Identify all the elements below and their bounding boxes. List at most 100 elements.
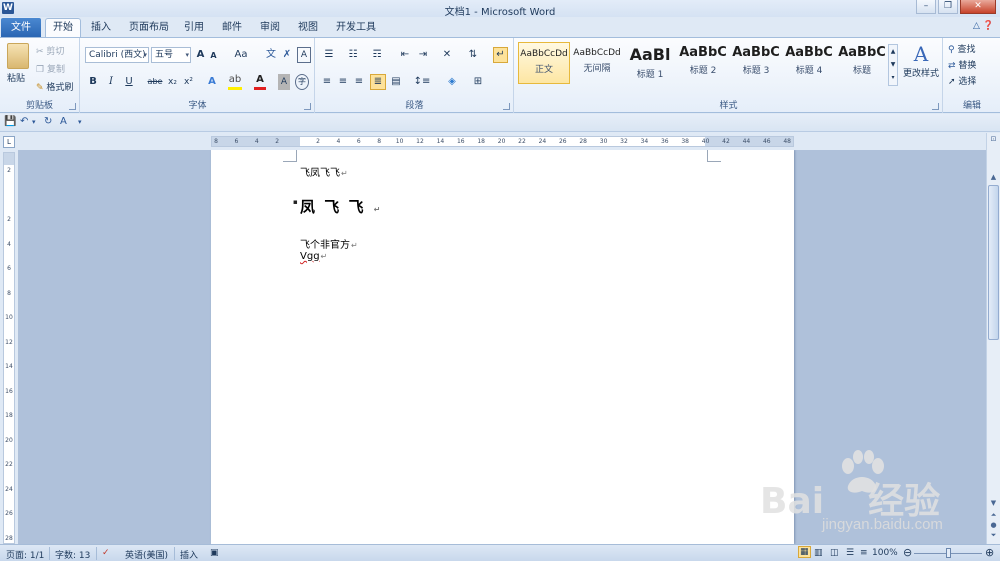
close-icon[interactable]: ✕ [960,0,996,14]
zoom-out-icon[interactable]: ⊖ [903,546,912,559]
web-layout-icon[interactable]: ◫ [830,548,839,558]
doc-line-2[interactable]: 凤 飞 飞 ↵ [300,196,382,217]
font-size-combo[interactable]: 五号 ▾ [151,47,191,63]
font-name-combo[interactable]: Calibri (西文) ▾ [85,47,149,63]
style-item[interactable]: AaBbC 标题 2 [677,42,729,84]
find-button[interactable]: ⚲ 查找 [948,42,975,55]
scroll-thumb[interactable] [988,185,999,340]
increase-indent-icon[interactable]: ⇥ [416,47,430,63]
style-item[interactable]: AaBbCcDd 无间隔 [571,42,623,84]
shading-icon[interactable]: ◈ [442,74,462,90]
clipboard-launcher-icon[interactable] [69,103,76,110]
align-left-icon[interactable]: ≡ [320,74,334,90]
tab-developer[interactable]: 开发工具 [333,21,379,37]
ruler-toggle-icon[interactable]: ⊡ [988,135,999,143]
highlight-icon[interactable]: ab [228,74,242,90]
enclose-char-icon[interactable]: 字 [295,74,309,90]
underline-button[interactable]: U [123,74,135,90]
char-border-icon[interactable]: A [297,47,311,63]
tab-page-layout[interactable]: 页面布局 [124,21,174,37]
style-item[interactable]: AaBl 标题 1 [624,42,676,84]
macro-record-icon[interactable]: ▣ [210,548,219,558]
justify-icon[interactable]: ≣ [370,74,386,90]
subscript-button[interactable]: x₂ [166,74,179,90]
spelling-icon[interactable]: A [60,116,67,127]
paste-button[interactable]: 粘贴 [7,71,25,84]
horizontal-ruler[interactable]: 8 6 4 2 2 4 6 8 10 12 14 16 18 20 22 24 26 28 30 32 34 36 38 40… [211,136,794,147]
font-color-icon[interactable]: A [254,74,266,90]
save-icon[interactable]: 💾 [4,116,16,127]
replace-button[interactable]: ⇄ 替换 [948,58,976,71]
style-item[interactable]: AaBbC 标题 4 [783,42,835,84]
char-shading-icon[interactable]: A [278,74,290,90]
change-case-button[interactable]: Aa [231,47,251,63]
shrink-font-button[interactable]: A [208,48,219,64]
grow-font-button[interactable]: A [194,47,207,63]
tab-review[interactable]: 审阅 [256,21,284,37]
page-count[interactable]: 页面: 1/1 [6,548,44,561]
zoom-slider-handle[interactable] [946,548,951,558]
draft-view-icon[interactable]: ≡ [860,548,868,558]
tab-file[interactable]: 文件 [1,18,41,37]
tab-references[interactable]: 引用 [180,21,208,37]
show-marks-icon[interactable]: ↵ [493,47,508,63]
line-spacing-icon[interactable]: ↕≡ [412,74,432,90]
paragraph-launcher-icon[interactable] [503,103,510,110]
zoom-level[interactable]: 100% [872,548,898,558]
tab-mailings[interactable]: 邮件 [218,21,246,37]
minimize-icon[interactable]: – [916,0,936,14]
clear-format-icon[interactable]: ✗ [280,47,294,63]
bullets-icon[interactable]: ☰ [320,47,338,63]
gallery-scroll[interactable]: ▲ ▼ ▾ [888,44,898,86]
vertical-ruler[interactable]: 2 2 4 6 8 10 12 14 16 18 20 22 24 26 28 [3,152,15,544]
distribute-icon[interactable]: ▤ [389,74,403,90]
undo-icon[interactable]: ↶ [20,116,28,127]
paste-icon[interactable] [7,43,29,69]
superscript-button[interactable]: x² [182,74,195,90]
strikethrough-button[interactable]: abe [147,74,163,90]
word-count[interactable]: 字数: 13 [55,548,90,561]
font-launcher-icon[interactable] [304,103,311,110]
redo-icon[interactable]: ↻ [44,116,52,127]
align-center-icon[interactable]: ≡ [336,74,350,90]
chinese-layout-icon[interactable]: ✕ [438,47,456,63]
multilevel-list-icon[interactable]: ☶ [368,47,386,63]
insert-mode[interactable]: 插入 [180,548,198,561]
document-page[interactable]: 飞凤飞飞↵ ▪ 凤 飞 飞 ↵ 飞个非官方↵ Vgg↵ [211,150,794,544]
chevron-down-icon[interactable]: ▾ [32,118,36,126]
outline-view-icon[interactable]: ☰ [846,548,854,558]
phonetic-guide-icon[interactable]: 文 [264,47,278,63]
numbering-icon[interactable]: ☷ [344,47,362,63]
doc-line-4[interactable]: Vgg↵ [300,251,327,262]
sort-icon[interactable]: ⇅ [466,47,480,63]
borders-icon[interactable]: ⊞ [468,74,488,90]
proofing-icon[interactable]: ✓ [102,548,110,558]
full-screen-reading-icon[interactable]: ▥ [814,548,823,558]
format-painter-button[interactable]: ✎ 格式刷 [36,80,73,93]
tab-insert[interactable]: 插入 [86,21,116,37]
copy-button[interactable]: ❐ 复制 [36,62,65,75]
bold-button[interactable]: B [87,74,99,90]
tab-selector-icon[interactable]: L [3,136,15,148]
zoom-in-icon[interactable]: ⊕ [985,546,994,559]
cut-button[interactable]: ✂ 剪切 [36,44,64,57]
restore-icon[interactable]: ❐ [938,0,958,14]
print-layout-icon[interactable]: ▦ [798,546,811,558]
scroll-up-icon[interactable]: ▲ [988,173,999,181]
doc-line-3[interactable]: 飞个非官方↵ [300,236,358,251]
change-styles-button[interactable]: A 更改样式 [903,42,939,79]
help-icons[interactable]: △ ❓ [973,21,994,31]
align-right-icon[interactable]: ≡ [352,74,366,90]
doc-line-1[interactable]: 飞凤飞飞↵ [300,164,348,179]
text-effects-icon[interactable]: A [205,74,219,90]
tab-home[interactable]: 开始 [45,18,81,38]
language-status[interactable]: 英语(美国) [125,548,168,561]
decrease-indent-icon[interactable]: ⇤ [398,47,412,63]
tab-view[interactable]: 视图 [294,21,322,37]
styles-launcher-icon[interactable] [932,103,939,110]
style-item[interactable]: AaBbCcDd 正文 [518,42,570,84]
style-item[interactable]: AaBbC 标题 [836,42,888,84]
style-item[interactable]: AaBbC 标题 3 [730,42,782,84]
customize-qat-icon[interactable]: ▾ [78,118,82,126]
select-button[interactable]: ➚ 选择 [948,74,976,87]
